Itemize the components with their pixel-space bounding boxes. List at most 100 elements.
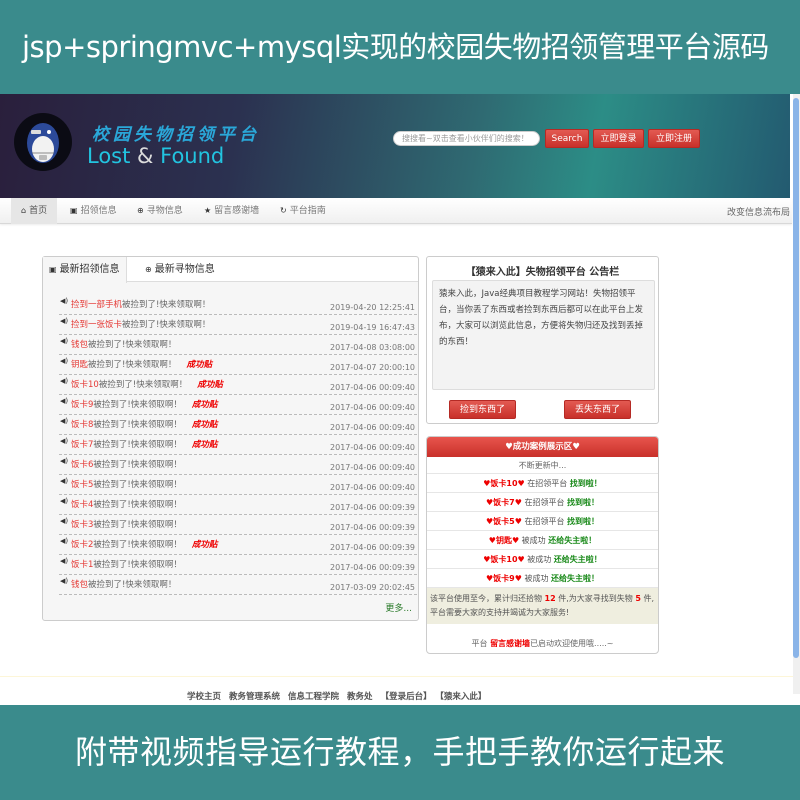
list-item[interactable]: ◀) 饭卡6被捡到了!快来领取啊！ 2017-04-06 00:09:40	[59, 455, 417, 475]
footer-link[interactable]: 信息工程学院	[288, 692, 339, 702]
item-title[interactable]: 饭卡4被捡到了!快来领取啊！	[71, 498, 182, 510]
lost-something-button[interactable]: 丢失东西了	[564, 400, 631, 419]
more-link[interactable]: 更多...	[385, 601, 412, 614]
item-name[interactable]: 钱包	[71, 580, 88, 590]
list-item[interactable]: ◀) 钱包被捡到了!快来领取啊！ 2017-04-08 03:08:00	[59, 335, 417, 355]
case-status: 找到啦！	[567, 498, 599, 507]
nav-item-thanks-wall[interactable]: ★ 留言感谢墙	[204, 198, 259, 224]
case-item-name: ♥饭卡10♥	[483, 479, 525, 488]
stats-text: 该平台使用至今，累计归还拾物	[430, 594, 545, 603]
item-title[interactable]: 饭卡7被捡到了!快来领取啊！ 成功贴	[71, 438, 217, 450]
item-name[interactable]: 捡到一部手机	[71, 300, 122, 310]
item-suffix: 被捡到了!快来领取啊！	[93, 520, 182, 530]
register-button[interactable]: 立即注册	[648, 129, 700, 148]
main-nav: ⌂ 首页 ▣ 招领信息 ⊕ 寻物信息 ★ 留言感谢墙 ↻ 平台指南 改变信息流布局	[0, 198, 792, 224]
list-item[interactable]: ◀) 饭卡9被捡到了!快来领取啊！ 成功贴 2017-04-06 00:09:40	[59, 395, 417, 415]
item-suffix: 被捡到了!快来领取啊！	[98, 380, 188, 390]
item-date: 2017-04-06 00:09:40	[330, 403, 415, 412]
item-title[interactable]: 钥匙被捡到了!快来领取啊！ 成功贴	[71, 358, 212, 370]
list-item[interactable]: ◀) 饭卡10被捡到了!快来领取啊！ 成功贴 2017-04-06 00:09:40	[59, 375, 417, 395]
list-item[interactable]: ◀) 饭卡8被捡到了!快来领取啊！ 成功贴 2017-04-06 00:09:40	[59, 415, 417, 435]
picture-icon: ▣	[49, 265, 57, 274]
item-name[interactable]: 饭卡9	[71, 400, 93, 410]
footer-link[interactable]: 学校主页	[187, 692, 221, 702]
vertical-scrollbar[interactable]	[793, 94, 800, 694]
case-row: ♥饭卡7♥ 在招领平台 找到啦！	[427, 493, 658, 512]
list-item[interactable]: ◀) 饭卡7被捡到了!快来领取啊！ 成功贴 2017-04-06 00:09:40	[59, 435, 417, 455]
item-name[interactable]: 饭卡5	[71, 480, 93, 490]
item-name[interactable]: 钱包	[71, 340, 88, 350]
item-name[interactable]: 捡到一张饭卡	[71, 320, 122, 330]
nav-item-guide[interactable]: ↻ 平台指南	[280, 198, 326, 224]
tab-latest-lost[interactable]: ⊕ 最新寻物信息	[139, 257, 221, 282]
thanks-wall-link[interactable]: 留言感谢墙	[490, 639, 530, 648]
item-title[interactable]: 饭卡8被捡到了!快来领取啊！ 成功贴	[71, 418, 217, 430]
search-button[interactable]: Search	[545, 129, 589, 148]
item-title[interactable]: 饭卡5被捡到了!快来领取啊！	[71, 478, 182, 490]
success-badge: 成功贴	[191, 440, 218, 450]
item-name[interactable]: 饭卡4	[71, 500, 93, 510]
item-title[interactable]: 钱包被捡到了!快来领取啊！	[71, 338, 176, 350]
case-middle: 被成功	[524, 555, 554, 564]
item-title[interactable]: 饭卡3被捡到了!快来领取啊！	[71, 518, 182, 530]
scrollbar-thumb[interactable]	[793, 98, 799, 658]
found-something-button[interactable]: 捡到东西了	[449, 400, 516, 419]
footer-link[interactable]: 教务管理系统	[229, 692, 280, 702]
volume-icon: ◀)	[60, 437, 69, 445]
item-title[interactable]: 饭卡9被捡到了!快来领取啊！ 成功贴	[71, 398, 217, 410]
item-title[interactable]: 饭卡2被捡到了!快来领取啊！ 成功贴	[71, 538, 217, 550]
item-title[interactable]: 捡到一部手机被捡到了!快来领取啊！	[71, 298, 210, 310]
footer-text: 已启动欢迎使用哦.....~	[530, 639, 614, 648]
item-date: 2017-04-06 00:09:39	[330, 503, 415, 512]
success-badge: 成功贴	[191, 400, 218, 410]
volume-icon: ◀)	[60, 337, 69, 345]
volume-icon: ◀)	[60, 477, 69, 485]
case-status: 找到啦！	[567, 517, 599, 526]
item-name[interactable]: 饭卡3	[71, 520, 93, 530]
success-cases-panel: ♥成功案例展示区♥ 不断更新中... ♥饭卡10♥ 在招领平台 找到啦！ ♥饭卡7…	[426, 436, 659, 654]
list-item[interactable]: ◀) 捡到一张饭卡被捡到了!快来领取啊！ 2019-04-19 16:47:43	[59, 315, 417, 335]
tab-latest-found[interactable]: ▣ 最新招领信息	[43, 257, 127, 283]
refresh-icon: ↻	[280, 206, 287, 215]
item-title[interactable]: 饭卡6被捡到了!快来领取啊！	[71, 458, 182, 470]
case-item-name: ♥钥匙♥	[488, 536, 520, 545]
item-date: 2017-04-06 00:09:39	[330, 523, 415, 532]
search-input[interactable]: 搜搜看~双击查看小伙伴们的搜索！	[393, 131, 540, 146]
nav-item-home[interactable]: ⌂ 首页	[11, 198, 58, 224]
item-title[interactable]: 钱包被捡到了!快来领取啊！	[71, 578, 176, 590]
home-icon: ⌂	[21, 206, 27, 215]
nav-item-found-info[interactable]: ▣ 招领信息	[70, 198, 117, 224]
volume-icon: ◀)	[60, 417, 69, 425]
item-name[interactable]: 饭卡8	[71, 420, 93, 430]
footer-link[interactable]: 【登录后台】	[381, 692, 432, 702]
list-item[interactable]: ◀) 饭卡2被捡到了!快来领取啊！ 成功贴 2017-04-06 00:09:39	[59, 535, 417, 555]
item-suffix: 被捡到了!快来领取啊！	[93, 400, 182, 410]
case-row: ♥饭卡9♥ 被成功 还给失主啦！	[427, 569, 658, 588]
zoom-in-icon: ⊕	[137, 206, 144, 215]
item-title[interactable]: 捡到一张饭卡被捡到了!快来领取啊！	[71, 318, 210, 330]
list-item[interactable]: ◀) 饭卡4被捡到了!快来领取啊！ 2017-04-06 00:09:39	[59, 495, 417, 515]
monkey-logo-icon[interactable]	[14, 113, 72, 171]
login-button[interactable]: 立即登录	[593, 129, 644, 148]
latest-info-panel: ▣ 最新招领信息 ⊕ 最新寻物信息 ◀) 捡到一部手机被捡到了!快来领取啊！ 2019-…	[42, 256, 419, 621]
footer-link[interactable]: 教务处	[347, 692, 373, 702]
item-name[interactable]: 饭卡7	[71, 440, 93, 450]
item-name[interactable]: 饭卡10	[71, 380, 99, 390]
item-title[interactable]: 饭卡10被捡到了!快来领取啊！ 成功贴	[71, 378, 223, 390]
list-item[interactable]: ◀) 钱包被捡到了!快来领取啊！ 2017-03-09 20:02:45	[59, 575, 417, 595]
list-item[interactable]: ◀) 饭卡3被捡到了!快来领取啊！ 2017-04-06 00:09:39	[59, 515, 417, 535]
change-layout-link[interactable]: 改变信息流布局	[727, 205, 790, 218]
item-name[interactable]: 饭卡2	[71, 540, 93, 550]
list-item[interactable]: ◀) 饭卡1被捡到了!快来领取啊！ 2017-04-06 00:09:39	[59, 555, 417, 575]
item-title[interactable]: 饭卡1被捡到了!快来领取啊！	[71, 558, 182, 570]
list-item[interactable]: ◀) 饭卡5被捡到了!快来领取啊！ 2017-04-06 00:09:40	[59, 475, 417, 495]
item-name[interactable]: 饭卡1	[71, 560, 93, 570]
item-date: 2019-04-20 12:25:41	[330, 303, 415, 312]
footer-link[interactable]: 【猿来入此】	[440, 692, 487, 702]
item-name[interactable]: 钥匙	[71, 360, 88, 370]
case-item-name: ♥饭卡9♥	[485, 574, 522, 583]
nav-item-lost-info[interactable]: ⊕ 寻物信息	[137, 198, 183, 224]
list-item[interactable]: ◀) 钥匙被捡到了!快来领取啊！ 成功贴 2017-04-07 20:00:10	[59, 355, 417, 375]
item-name[interactable]: 饭卡6	[71, 460, 93, 470]
list-item[interactable]: ◀) 捡到一部手机被捡到了!快来领取啊！ 2019-04-20 12:25:41	[59, 295, 417, 315]
